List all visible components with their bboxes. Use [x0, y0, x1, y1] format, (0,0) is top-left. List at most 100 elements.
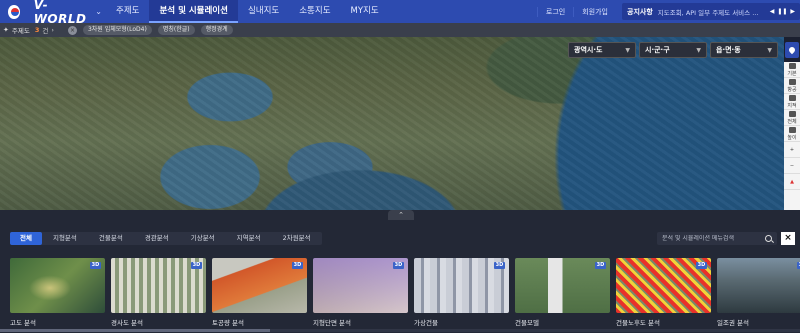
basemap-button[interactable]: 기본: [784, 62, 800, 78]
3d-badge: 3D: [696, 262, 707, 269]
3d-badge: 3D: [191, 262, 202, 269]
layers-count: 3: [34, 26, 40, 34]
height-icon: [788, 126, 796, 133]
tab-building[interactable]: 건물분석: [88, 232, 134, 245]
city-select[interactable]: 시·군·구 ▼: [639, 42, 707, 58]
aerial-icon: [788, 78, 796, 85]
scrollbar-thumb[interactable]: [0, 329, 270, 332]
card-thumbnail: 3D: [212, 258, 307, 313]
search-icon[interactable]: [765, 235, 772, 242]
minus-icon: −: [789, 162, 795, 169]
tab-all[interactable]: 전체: [10, 232, 42, 245]
login-link[interactable]: 로그인: [536, 6, 573, 17]
map-tool-rail: 기본 항공 지적 전체 높이 + − ▲: [784, 62, 800, 210]
layer-chip[interactable]: 행정경계: [200, 25, 233, 35]
aerial-button[interactable]: 항공: [784, 78, 800, 94]
card-thumbnail: 3D: [515, 258, 610, 313]
town-select[interactable]: 읍·면·동 ▼: [710, 42, 778, 58]
government-emblem-icon: [8, 4, 20, 19]
cadastral-icon: [788, 94, 796, 101]
analysis-card-slope[interactable]: 3D 경사도 분석: [111, 258, 206, 327]
analysis-card-building-model[interactable]: 3D 건물모델: [515, 258, 610, 327]
brand-name: V-WORLD: [33, 0, 87, 26]
compass-button[interactable]: ▲: [784, 174, 800, 190]
card-thumbnail: 3D: [616, 258, 711, 313]
analysis-card-building-aging[interactable]: 3D 건물노후도 분석: [616, 258, 711, 327]
analysis-cards: 3D 고도 분석 3D 경사도 분석 3D 토공량 분석 3D 지형단면 분석 …: [10, 258, 800, 327]
fullscreen-button[interactable]: 전체: [784, 110, 800, 126]
menu-item-thematic-map[interactable]: 주제도: [106, 0, 149, 23]
chevron-down-icon[interactable]: ⌄: [95, 7, 102, 16]
analysis-card-virtual-building[interactable]: 3D 가상건물: [414, 258, 509, 327]
chevron-right-icon[interactable]: ›: [51, 26, 54, 34]
layers-unit: 건: [42, 27, 49, 35]
tab-terrain[interactable]: 지형분석: [42, 232, 88, 245]
card-thumbnail: 3D: [10, 258, 105, 313]
compass-icon: ▲: [790, 178, 794, 185]
card-label: 경사도 분석: [111, 319, 143, 327]
layer-chip[interactable]: 3차원 입체모형(LoD4): [82, 25, 152, 35]
menu-item-my-map[interactable]: MY지도: [341, 0, 389, 23]
analysis-panel: 전체 지형분석 건물분석 경관분석 기상분석 지역분석 2차원분석 × 3D 고…: [0, 210, 800, 333]
3d-badge: 3D: [595, 262, 606, 269]
analysis-card-terrain-profile[interactable]: 3D 지형단면 분석: [313, 258, 408, 327]
active-layers-bar: ✦ 주제도 3 건 › × 3차원 입체모형(LoD4) 명칭(한글) 행정경계: [0, 23, 800, 37]
notice-title: 공지사항: [627, 7, 653, 16]
notice-ticker[interactable]: 공지사항 지도조회, API 일부 주제도 서비스 ... ◀ ❚❚ ▶: [622, 3, 800, 20]
card-thumbnail: 3D: [414, 258, 509, 313]
pin-icon: ✦: [3, 26, 9, 34]
zoom-out-button[interactable]: −: [784, 158, 800, 174]
menu-item-communication-map[interactable]: 소통지도: [289, 0, 340, 23]
cadastral-button[interactable]: 지적: [784, 94, 800, 110]
next-icon[interactable]: ▶: [790, 8, 795, 15]
analysis-card-sunlight[interactable]: 3D 일조권 분석: [717, 258, 800, 327]
3d-badge: 3D: [494, 262, 505, 269]
location-pin-icon: [787, 45, 797, 55]
tab-region[interactable]: 지역분석: [226, 232, 272, 245]
notice-text[interactable]: 지도조회, API 일부 주제도 서비스 ...: [658, 7, 767, 17]
signup-link[interactable]: 회원가입: [573, 6, 616, 17]
card-label: 고도 분석: [10, 319, 36, 327]
3d-badge: 3D: [292, 262, 303, 269]
menu-item-indoor-map[interactable]: 실내지도: [238, 0, 289, 23]
map-icon: [788, 62, 796, 69]
tab-weather[interactable]: 기상분석: [180, 232, 226, 245]
top-navigation: V-WORLD ⌄ 주제도 분석 및 시뮬레이션 실내지도 소통지도 MY지도 …: [0, 0, 800, 26]
card-label: 일조권 분석: [717, 319, 749, 327]
pause-icon[interactable]: ❚❚: [777, 8, 787, 15]
analysis-search-input[interactable]: [662, 235, 765, 242]
clear-layers-button[interactable]: ×: [67, 25, 77, 35]
card-label: 가상건물: [414, 319, 438, 327]
province-select[interactable]: 광역시·도 ▼: [568, 42, 636, 58]
card-label: 토공량 분석: [212, 319, 244, 327]
height-button[interactable]: 높이: [784, 126, 800, 142]
card-thumbnail: 3D: [111, 258, 206, 313]
fullscreen-icon: [788, 110, 796, 117]
layers-label: 주제도: [11, 27, 30, 35]
chevron-up-icon: ⌃: [398, 211, 404, 219]
cards-scrollbar[interactable]: [0, 329, 800, 332]
close-panel-button[interactable]: ×: [781, 232, 795, 245]
main-menu: 주제도 분석 및 시뮬레이션 실내지도 소통지도 MY지도: [106, 0, 389, 23]
zoom-in-button[interactable]: +: [784, 142, 800, 158]
vworld-logo[interactable]: V-WORLD ⌄: [8, 0, 102, 26]
tab-landscape[interactable]: 경관분석: [134, 232, 180, 245]
collapse-panel-button[interactable]: ⌃: [388, 210, 414, 220]
nav-right: 로그인 회원가입 공지사항 지도조회, API 일부 주제도 서비스 ... ◀…: [536, 0, 800, 23]
tab-2d[interactable]: 2차원분석: [272, 232, 322, 245]
chevron-down-icon: ▼: [625, 46, 630, 54]
satellite-map[interactable]: [0, 37, 784, 210]
3d-badge: 3D: [393, 262, 404, 269]
location-pin-button[interactable]: [785, 42, 799, 58]
menu-item-analysis-simulation[interactable]: 분석 및 시뮬레이션: [149, 0, 238, 23]
card-label: 건물노후도 분석: [616, 319, 660, 327]
3d-badge: 3D: [90, 262, 101, 269]
prev-icon[interactable]: ◀: [770, 8, 775, 15]
analysis-card-earthwork[interactable]: 3D 토공량 분석: [212, 258, 307, 327]
layer-chip[interactable]: 명칭(한글): [157, 25, 195, 35]
card-label: 건물모델: [515, 319, 539, 327]
card-thumbnail: 3D: [313, 258, 408, 313]
analysis-card-elevation[interactable]: 3D 고도 분석: [10, 258, 105, 327]
analysis-search: [657, 232, 777, 245]
analysis-tabs: 전체 지형분석 건물분석 경관분석 기상분석 지역분석 2차원분석: [10, 232, 322, 245]
